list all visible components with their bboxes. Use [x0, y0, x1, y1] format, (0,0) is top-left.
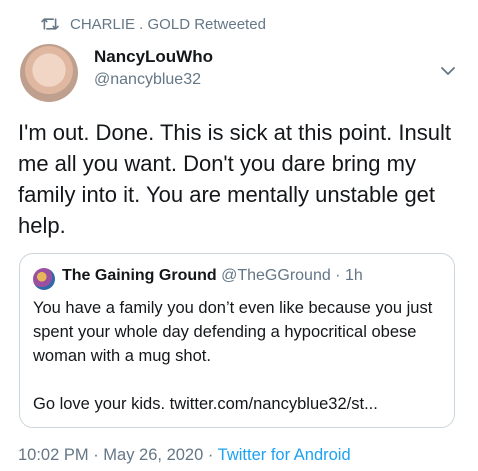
more-options-button[interactable] — [438, 62, 458, 82]
footer-separator: · — [203, 446, 218, 464]
author-avatar[interactable] — [20, 44, 78, 102]
quoted-text-paragraph-1: You have a family you don’t even like be… — [33, 299, 433, 365]
retweet-icon — [40, 16, 60, 32]
tweet-time[interactable]: 10:02 PM — [18, 446, 89, 464]
quoted-tweet-card[interactable]: The Gaining Ground @TheGGround · 1h You … — [19, 253, 455, 428]
chevron-down-icon — [441, 63, 455, 81]
retweet-context[interactable]: CHARLIE . GOLD Retweeted — [40, 14, 266, 34]
tweet-source-link[interactable]: Twitter for Android — [218, 446, 351, 464]
quoted-tweet-time: 1h — [344, 267, 363, 284]
quoted-author-handle: @TheGGround — [221, 267, 331, 284]
author-name[interactable]: NancyLouWho — [94, 47, 213, 67]
tweet-metadata: 10:02 PM · May 26, 2020 · Twitter for An… — [18, 446, 351, 465]
quoted-tweet-header: The Gaining Ground @TheGGround · 1h — [62, 267, 363, 285]
author-handle[interactable]: @nancyblue32 — [94, 71, 201, 89]
quoted-tweet-text: You have a family you don’t even like be… — [33, 296, 448, 416]
tweet-page: CHARLIE . GOLD Retweeted NancyLouWho @na… — [0, 0, 478, 471]
tweet-date[interactable]: May 26, 2020 — [103, 446, 203, 464]
quoted-text-paragraph-2: Go love your kids. twitter.com/nancyblue… — [33, 395, 378, 413]
retweet-label: CHARLIE . GOLD Retweeted — [70, 15, 266, 33]
footer-separator: · — [88, 446, 104, 464]
quoted-author-name: The Gaining Ground — [62, 267, 217, 284]
quoted-meta-separator: · — [330, 267, 345, 284]
tweet-text: I'm out. Done. This is sick at this poin… — [18, 120, 451, 238]
quoted-author-avatar — [33, 268, 55, 290]
